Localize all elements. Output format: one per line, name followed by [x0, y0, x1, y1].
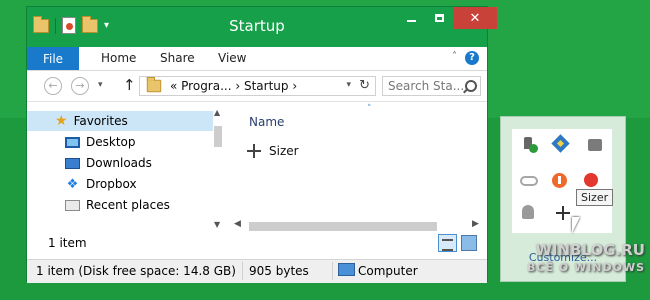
sidebar-item-desktop[interactable]: Desktop: [27, 132, 136, 152]
back-button[interactable]: ←: [44, 77, 62, 95]
computer-icon: [338, 263, 355, 276]
status-info: 1 item (Disk free space: 14.8 GB): [36, 264, 236, 278]
recent-locations-dropdown[interactable]: ▾: [98, 80, 103, 90]
navigation-pane: ★ Favorites Desktop Downloads ❖ Dropbox …: [27, 102, 227, 232]
navigation-bar: ← → ▾ ↑ « Progra... › Startup › ▾ ↻ Sear…: [27, 71, 487, 102]
sizer-tray-icon[interactable]: [556, 206, 572, 222]
recent-places-icon: [65, 199, 80, 211]
close-icon: ✕: [469, 10, 481, 26]
ribbon-tabs: File Home Share View ˄ ?: [27, 47, 487, 71]
safely-remove-hardware-icon[interactable]: [522, 137, 538, 153]
list-item[interactable]: Sizer: [247, 144, 299, 158]
tab-home[interactable]: Home: [101, 51, 136, 65]
onedrive-cloud-icon[interactable]: [520, 176, 538, 186]
tray-icons-panel: Sizer: [512, 129, 614, 233]
navigation-scrollbar[interactable]: ▲ ▼: [213, 108, 225, 236]
bell-icon[interactable]: [522, 205, 534, 219]
minimize-icon: [406, 20, 416, 22]
watermark: WINBLOG.RU ВСЁ О WINDOWS: [503, 242, 645, 276]
status-bar: 1 item (Disk free space: 14.8 GB) 905 by…: [27, 259, 487, 283]
sidebar-item-label: Recent places: [86, 198, 170, 212]
sidebar-item-label: Dropbox: [86, 177, 137, 191]
tab-share[interactable]: Share: [160, 51, 195, 65]
up-button[interactable]: ↑: [123, 76, 136, 94]
sizer-app-icon: [247, 144, 261, 158]
search-icon[interactable]: [465, 80, 477, 92]
maximize-button[interactable]: [426, 7, 452, 29]
scrollbar-thumb[interactable]: [214, 126, 222, 147]
drive-icon[interactable]: [588, 139, 602, 151]
status-divider: [242, 262, 243, 280]
explorer-window: ▾ Startup ✕ File Home Share View ˄ ? ← →…: [26, 6, 497, 283]
minimize-button[interactable]: [397, 7, 425, 29]
title-bar[interactable]: ▾ Startup ✕: [27, 7, 497, 47]
collapse-ribbon-icon[interactable]: ˄: [452, 51, 457, 62]
forward-button[interactable]: →: [71, 77, 89, 95]
close-button[interactable]: ✕: [453, 7, 497, 29]
scrollbar-thumb[interactable]: [249, 222, 437, 231]
content-area: ★ Favorites Desktop Downloads ❖ Dropbox …: [27, 102, 487, 259]
file-name: Sizer: [269, 144, 299, 158]
address-bar[interactable]: « Progra... › Startup › ▾ ↻: [139, 76, 376, 96]
watermark-subtitle: ВСЁ О WINDOWS: [527, 261, 645, 274]
red-app-icon[interactable]: [584, 173, 598, 187]
mouse-cursor-icon: [572, 217, 580, 233]
sidebar-item-dropbox[interactable]: ❖ Dropbox: [27, 174, 137, 194]
scroll-up-icon[interactable]: ▲: [214, 108, 220, 117]
column-header-name[interactable]: Name: [249, 115, 284, 129]
status-size: 905 bytes: [249, 264, 309, 278]
package-icon[interactable]: [551, 134, 570, 153]
sidebar-item-label: Downloads: [86, 156, 152, 170]
large-icons-view-button[interactable]: [461, 235, 477, 251]
tab-file[interactable]: File: [27, 47, 79, 70]
sidebar-item-label: Favorites: [73, 114, 128, 128]
sort-ascending-icon: ˄: [367, 104, 372, 114]
search-placeholder: Search Sta...: [388, 79, 465, 93]
status-location: Computer: [358, 264, 418, 278]
tab-view[interactable]: View: [218, 51, 246, 65]
item-count-bar: 1 item: [27, 232, 487, 254]
sidebar-item-favorites[interactable]: ★ Favorites: [27, 111, 213, 131]
downloads-icon: [65, 157, 80, 169]
details-view-button[interactable]: [438, 234, 457, 252]
star-icon: ★: [55, 113, 68, 129]
help-icon[interactable]: ?: [465, 51, 479, 65]
watermark-title: WINBLOG.RU: [535, 241, 645, 259]
sidebar-item-downloads[interactable]: Downloads: [27, 153, 152, 173]
file-list: ˄ Name Sizer ◀ ▶: [228, 102, 487, 232]
scroll-down-icon[interactable]: ▼: [214, 220, 220, 229]
status-divider: [332, 262, 333, 280]
address-path[interactable]: « Progra... › Startup ›: [170, 79, 297, 93]
sidebar-item-label: Desktop: [86, 135, 136, 149]
sidebar-item-recent-places[interactable]: Recent places: [27, 195, 170, 215]
search-input[interactable]: Search Sta...: [382, 76, 481, 96]
tooltip: Sizer: [576, 189, 614, 206]
item-count: 1 item: [48, 236, 87, 250]
scroll-right-icon[interactable]: ▶: [472, 219, 479, 229]
horizontal-scrollbar[interactable]: ◀ ▶: [232, 219, 489, 233]
scroll-left-icon[interactable]: ◀: [234, 219, 241, 229]
dropbox-icon: ❖: [66, 176, 79, 192]
desktop-icon: [65, 136, 80, 148]
address-dropdown-icon[interactable]: ▾: [346, 80, 351, 90]
maximize-icon: [434, 14, 444, 22]
folder-icon: [146, 76, 162, 93]
refresh-icon[interactable]: ↻: [359, 78, 370, 93]
update-icon[interactable]: [552, 173, 567, 188]
